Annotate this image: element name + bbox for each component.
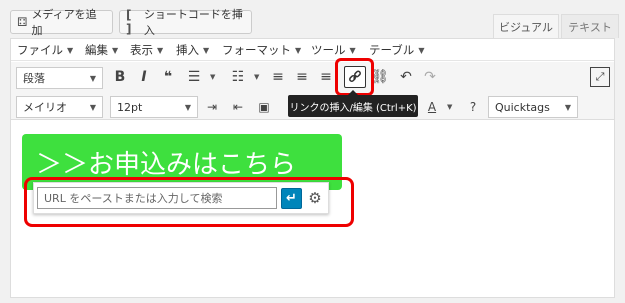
undo-icon[interactable]: ↶ — [396, 67, 416, 87]
menu-tools-label: ツール — [311, 43, 346, 57]
menu-format[interactable]: フォーマット ▼ — [222, 39, 301, 61]
link-tooltip-text: リンクの挿入/編集 (Ctrl+K) — [289, 102, 417, 114]
chevron-down-icon: ▼ — [89, 73, 96, 83]
chevron-down-icon: ▼ — [203, 45, 210, 55]
outdent-icon[interactable]: ⇤ — [228, 97, 248, 117]
chevron-down-icon: ▼ — [112, 45, 119, 55]
font-family-value: メイリオ — [23, 101, 67, 114]
menu-table-label: テーブル — [369, 43, 415, 57]
chevron-down-icon: ▼ — [349, 45, 356, 55]
font-size-value: 12pt — [117, 100, 143, 114]
quicktags-value: Quicktags — [495, 100, 550, 114]
insert-shortcode-label: ショートコードを挿入 — [143, 8, 243, 37]
signup-button-text: ＞＞お申込みはこちら — [36, 149, 297, 180]
menu-edit-label: 編集 — [85, 43, 108, 57]
tab-text-label: テキスト — [568, 20, 612, 34]
media-icon: ⚃ — [17, 15, 28, 29]
quicktags-select[interactable]: Quicktags ▼ — [488, 96, 578, 118]
chevron-down-icon[interactable]: ▼ — [447, 103, 452, 111]
menu-edit[interactable]: 編集 ▼ — [85, 39, 118, 61]
insert-link-button[interactable] — [344, 66, 366, 88]
align-left-icon[interactable]: ≡ — [268, 67, 288, 87]
menu-view-label: 表示 — [130, 43, 153, 57]
unlink-icon[interactable]: ⛓ — [370, 67, 390, 87]
help-icon[interactable]: ? — [463, 97, 483, 117]
menu-insert-label: 挿入 — [176, 43, 199, 57]
menu-file[interactable]: ファイル ▼ — [17, 39, 73, 61]
bold-icon[interactable]: B — [110, 67, 130, 87]
bullet-list-icon[interactable]: ☰ — [184, 67, 204, 87]
paste-text-icon[interactable]: ▣ — [254, 97, 274, 117]
numbered-list-icon[interactable]: ☷ — [228, 67, 248, 87]
fullscreen-icon[interactable]: ⤢ — [590, 67, 610, 87]
tab-visual[interactable]: ビジュアル — [493, 14, 559, 38]
italic-icon[interactable]: I — [134, 67, 154, 87]
link-tooltip: リンクの挿入/編集 (Ctrl+K) — [288, 95, 418, 117]
insert-shortcode-button[interactable]: [ ] ショートコードを挿入 — [119, 8, 252, 37]
highlight-frame-link-popup — [24, 177, 354, 227]
tab-visual-label: ビジュアル — [499, 20, 553, 34]
redo-icon[interactable]: ↷ — [420, 67, 440, 87]
background-color-icon[interactable]: A — [422, 97, 442, 117]
align-right-icon[interactable]: ≡ — [316, 67, 336, 87]
menu-insert[interactable]: 挿入 ▼ — [176, 39, 209, 61]
format-select-value: 段落 — [23, 72, 45, 85]
menu-table[interactable]: テーブル ▼ — [369, 39, 424, 61]
blockquote-icon[interactable]: ❝ — [158, 67, 178, 87]
chevron-down-icon: ▼ — [67, 45, 74, 55]
menu-file-label: ファイル — [17, 43, 63, 57]
chevron-down-icon: ▼ — [564, 102, 571, 112]
add-media-label: メディアを追加 — [31, 8, 97, 37]
font-size-select[interactable]: 12pt ▼ — [110, 96, 198, 118]
chevron-down-icon: ▼ — [89, 102, 96, 112]
link-icon — [349, 70, 361, 82]
menu-view[interactable]: 表示 ▼ — [130, 39, 163, 61]
chevron-down-icon: ▼ — [184, 102, 191, 112]
add-media-button[interactable]: ⚃ メディアを追加 — [10, 8, 113, 37]
chevron-down-icon[interactable]: ▼ — [210, 73, 215, 81]
tab-text[interactable]: テキスト — [561, 14, 619, 38]
chevron-down-icon: ▼ — [157, 45, 164, 55]
chevron-down-icon: ▼ — [418, 45, 425, 55]
font-family-select[interactable]: メイリオ ▼ — [16, 96, 103, 118]
shortcode-icon: [ ] — [126, 8, 132, 36]
chevron-down-icon[interactable]: ▼ — [254, 73, 259, 81]
indent-icon[interactable]: ⇥ — [202, 97, 222, 117]
chevron-down-icon: ▼ — [295, 45, 302, 55]
menu-format-label: フォーマット — [222, 43, 291, 57]
align-center-icon[interactable]: ≡ — [292, 67, 312, 87]
format-select[interactable]: 段落 ▼ — [16, 67, 103, 89]
